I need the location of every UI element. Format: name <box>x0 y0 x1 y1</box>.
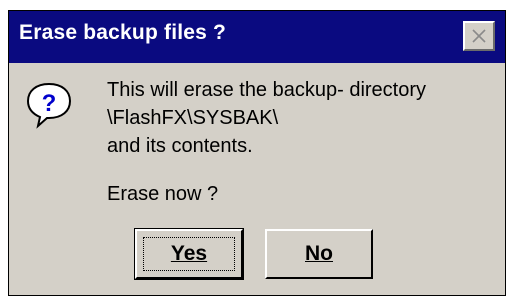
focus-rect <box>143 237 235 271</box>
svg-text:?: ? <box>42 90 57 117</box>
yes-button[interactable]: Yes <box>134 228 244 280</box>
dialog-title: Erase backup files ? <box>19 21 227 44</box>
no-label: No <box>305 242 333 265</box>
message-line: and its contents. <box>107 135 253 157</box>
erase-dialog: Erase backup files ? ? This will erase t… <box>8 10 506 296</box>
question-icon: ? <box>26 82 72 129</box>
prompt-text: Erase now ? <box>107 183 219 205</box>
close-button[interactable] <box>463 21 495 51</box>
message-line: \FlashFX\SYSBAK\ <box>107 107 279 129</box>
title-bar: Erase backup files ? <box>9 11 505 63</box>
message-line: This will erase the backup- directory <box>107 79 427 101</box>
close-icon <box>472 29 486 43</box>
message-text: This will erase the backup- directory \F… <box>107 76 426 160</box>
no-button[interactable]: No <box>265 229 373 279</box>
